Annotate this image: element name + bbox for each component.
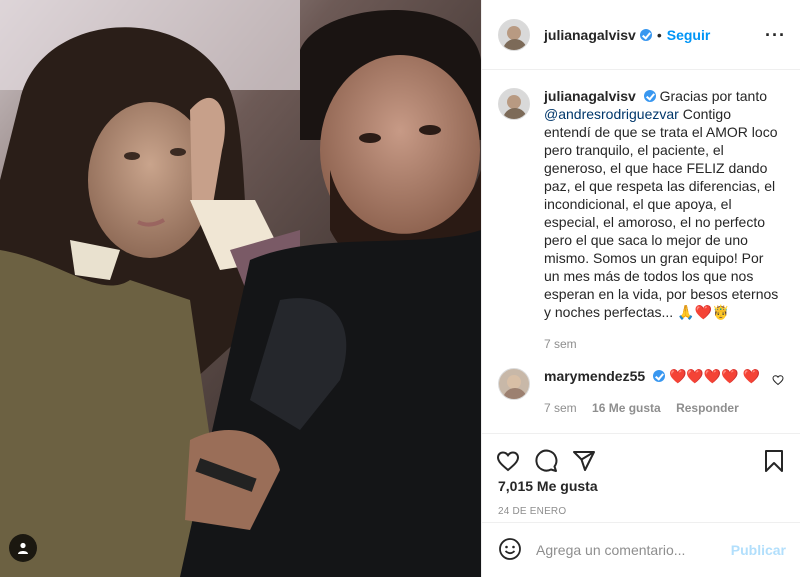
reply-button[interactable]: Responder — [676, 401, 739, 415]
user-tag-icon[interactable] — [9, 534, 37, 562]
comment-input[interactable] — [536, 542, 731, 558]
caption-body: julianagalvisv Gracias por tanto @andres… — [544, 87, 780, 353]
more-options-icon[interactable]: ··· — [765, 26, 786, 44]
caption-text-1: Gracias por tanto — [659, 88, 767, 104]
photo-image — [0, 0, 481, 577]
post-actions: 7,015 Me gusta 24 DE ENERO Publicar — [482, 433, 800, 577]
heart-icon[interactable] — [496, 449, 520, 476]
comment-like-heart-icon[interactable] — [772, 373, 784, 417]
comment-item: marymendez55 ❤️❤️❤️❤️ ❤️ 7 sem 16 Me gus… — [498, 367, 784, 417]
caption-mention-link[interactable]: @andresrodriguezvar — [544, 106, 679, 122]
author-avatar[interactable] — [498, 18, 530, 51]
caption: julianagalvisv Gracias por tanto @andres… — [498, 87, 784, 353]
comment-likes[interactable]: 16 Me gusta — [592, 401, 661, 415]
comment-text: ❤️❤️❤️❤️ ❤️ — [668, 368, 761, 384]
likes-count[interactable]: 7,015 Me gusta — [482, 478, 800, 494]
action-icons-row — [482, 434, 800, 482]
post-photo[interactable] — [0, 0, 481, 577]
commenter-username[interactable]: marymendez55 — [544, 368, 645, 384]
commenter-avatar[interactable] — [498, 368, 530, 400]
comment-meta: 7 sem 16 Me gusta Responder — [544, 399, 772, 417]
verified-badge-icon — [653, 370, 666, 382]
caption-time[interactable]: 7 sem — [544, 337, 577, 351]
comment-time[interactable]: 7 sem — [544, 401, 577, 415]
separator-dot: • — [656, 26, 662, 43]
follow-button[interactable]: Seguir — [667, 27, 711, 43]
caption-meta: 7 sem — [544, 335, 780, 353]
bookmark-icon[interactable] — [762, 449, 786, 476]
comments-section[interactable]: julianagalvisv Gracias por tanto @andres… — [482, 71, 800, 433]
caption-emojis: 🙏❤️🤴 — [677, 304, 730, 320]
share-icon[interactable] — [572, 449, 596, 476]
caption-text-2: Contigo entendí de que se trata el AMOR … — [544, 106, 779, 320]
caption-author-avatar[interactable] — [498, 88, 530, 120]
verified-badge-icon — [643, 90, 656, 102]
verified-badge-icon — [639, 28, 652, 41]
post-header: julianagalvisv • Seguir ··· — [482, 0, 800, 70]
post-details-panel: julianagalvisv • Seguir ··· julianagalvi… — [481, 0, 800, 577]
caption-author-username[interactable]: julianagalvisv — [544, 88, 636, 104]
publish-button[interactable]: Publicar — [731, 542, 786, 558]
add-comment-bar: Publicar — [482, 522, 800, 577]
author-username[interactable]: julianagalvisv — [544, 27, 636, 43]
post-date[interactable]: 24 DE ENERO — [482, 506, 800, 517]
comment-icon[interactable] — [534, 449, 558, 476]
emoji-icon[interactable] — [498, 537, 522, 564]
comment-body: marymendez55 ❤️❤️❤️❤️ ❤️ 7 sem 16 Me gus… — [544, 367, 772, 417]
